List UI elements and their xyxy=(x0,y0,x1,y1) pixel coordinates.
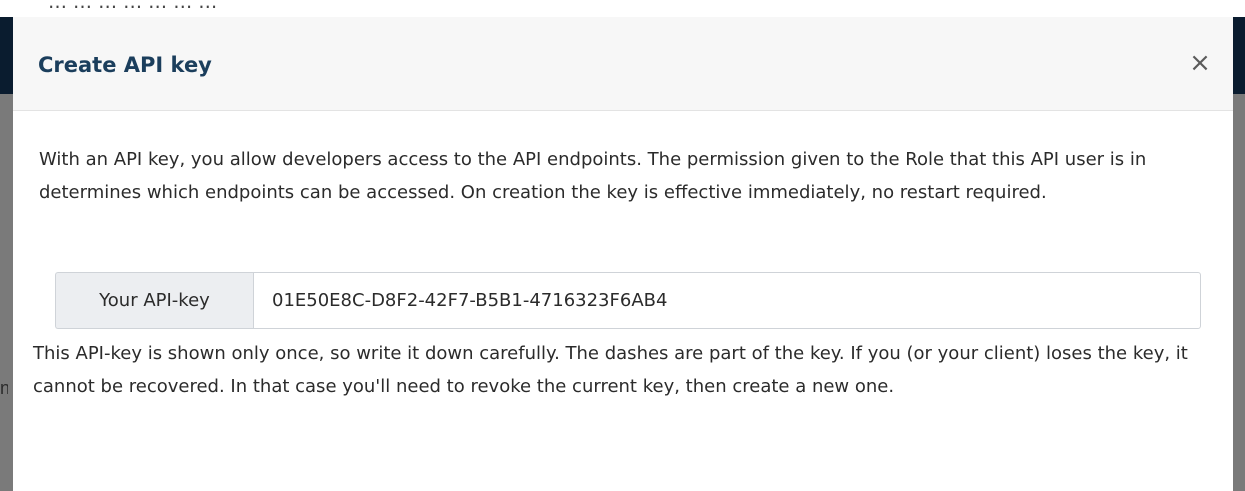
modal-header: Create API key × xyxy=(13,17,1233,111)
background-top-strip: … … … … … … … xyxy=(0,0,1245,17)
api-key-field[interactable] xyxy=(253,272,1201,329)
create-api-key-dialog: Create API key × With an API key, you al… xyxy=(13,17,1233,491)
close-icon[interactable]: × xyxy=(1186,49,1214,77)
background-partial-text: na xyxy=(0,378,8,398)
api-key-warning: This API-key is shown only once, so writ… xyxy=(33,343,1188,397)
background-top-text: … … … … … … … xyxy=(48,0,218,13)
api-key-description: With an API key, you allow developers ac… xyxy=(39,149,1147,203)
api-key-label: Your API-key xyxy=(55,272,253,329)
api-key-input-group: Your API-key xyxy=(55,272,1201,329)
modal-title: Create API key xyxy=(38,53,212,77)
